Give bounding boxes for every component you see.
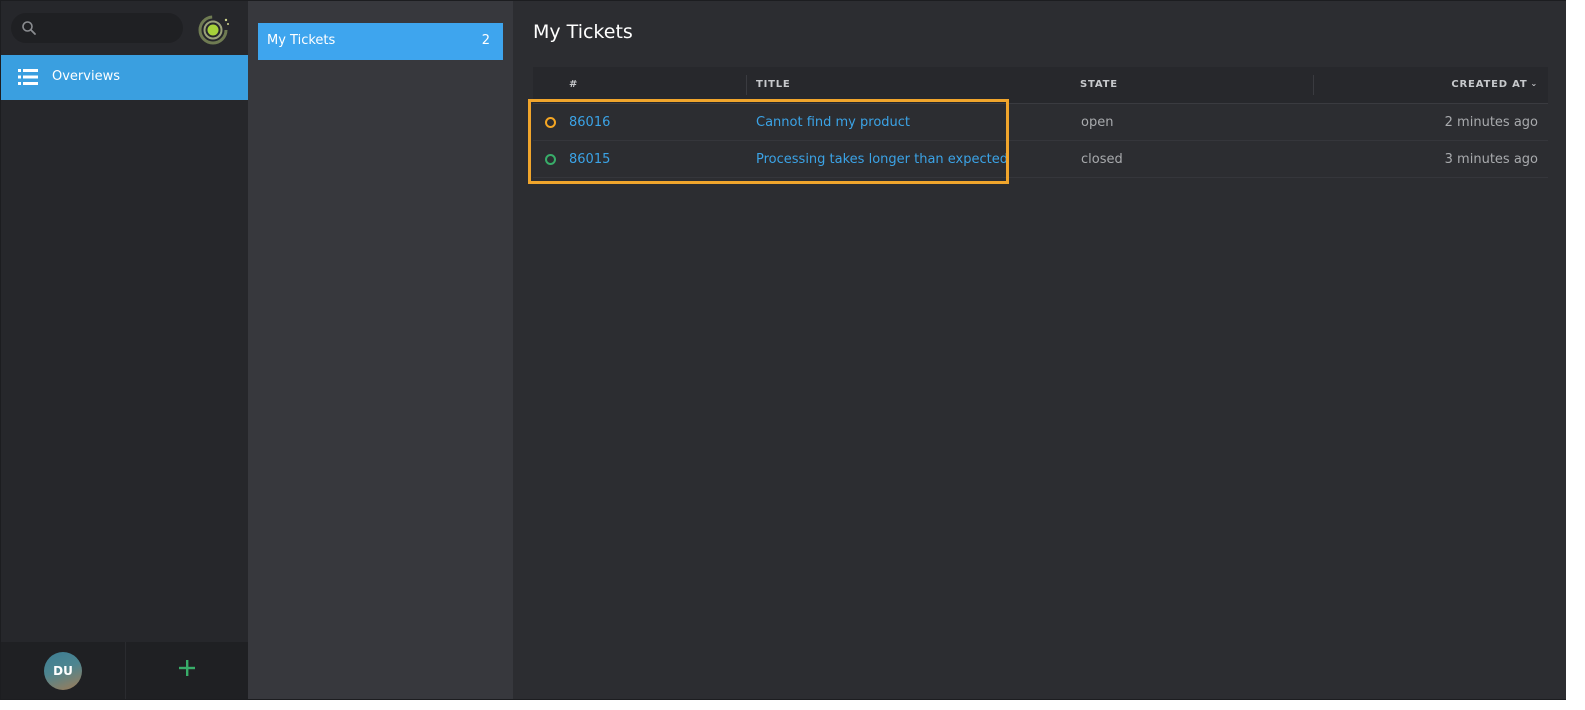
add-button[interactable] [176, 657, 198, 679]
table-row[interactable]: 86016 Cannot find my product open 2 minu… [533, 104, 1548, 141]
ticket-title-link[interactable]: Cannot find my product [756, 115, 910, 130]
table-header: # TITLE STATE CREATED AT ⌄ [533, 67, 1548, 104]
search-icon [21, 20, 37, 36]
ticket-number-link[interactable]: 86015 [569, 152, 610, 167]
ticket-title-link[interactable]: Processing takes longer than expected [756, 152, 1008, 167]
ticket-state: closed [1081, 152, 1123, 167]
main-content: My Tickets # TITLE STATE CREATED AT ⌄ 860… [513, 1, 1566, 699]
ticket-created-at: 2 minutes ago [1444, 115, 1538, 130]
overview-item-count: 2 [481, 33, 490, 48]
nav-footer: DU [1, 642, 248, 699]
column-separator[interactable] [1313, 75, 1314, 95]
overview-list: My Tickets 2 [248, 1, 513, 699]
nav-item-overviews[interactable]: Overviews [1, 55, 248, 100]
app-logo[interactable] [197, 13, 231, 47]
footer-divider [125, 642, 126, 699]
chevron-down-icon: ⌄ [1530, 79, 1538, 88]
tickets-table: # TITLE STATE CREATED AT ⌄ 86016 Cannot f… [533, 67, 1548, 178]
overview-item-my-tickets[interactable]: My Tickets 2 [258, 23, 503, 60]
list-icon [18, 68, 38, 86]
column-header-state[interactable]: STATE [1080, 79, 1118, 90]
status-closed-icon [545, 154, 556, 165]
plus-icon [176, 660, 198, 683]
avatar[interactable]: DU [44, 652, 82, 690]
column-header-created-at[interactable]: CREATED AT ⌄ [1451, 79, 1538, 90]
ticket-state: open [1081, 115, 1114, 130]
column-header-created-at-label: CREATED AT [1451, 79, 1528, 90]
overview-item-label: My Tickets [267, 33, 336, 48]
page-title: My Tickets [533, 21, 633, 43]
ticket-number-link[interactable]: 86016 [569, 115, 610, 130]
left-navigation: Overviews DU [1, 1, 248, 699]
column-header-number[interactable]: # [569, 79, 578, 90]
nav-item-label: Overviews [52, 69, 120, 84]
table-row[interactable]: 86015 Processing takes longer than expec… [533, 141, 1548, 178]
ticket-created-at: 3 minutes ago [1444, 152, 1538, 167]
status-open-icon [545, 117, 556, 128]
search-input[interactable] [11, 13, 183, 43]
column-separator[interactable] [746, 75, 747, 95]
column-header-title[interactable]: TITLE [756, 79, 791, 90]
app-window: Overviews DU My Tickets 2 My Tickets # T… [0, 0, 1566, 700]
